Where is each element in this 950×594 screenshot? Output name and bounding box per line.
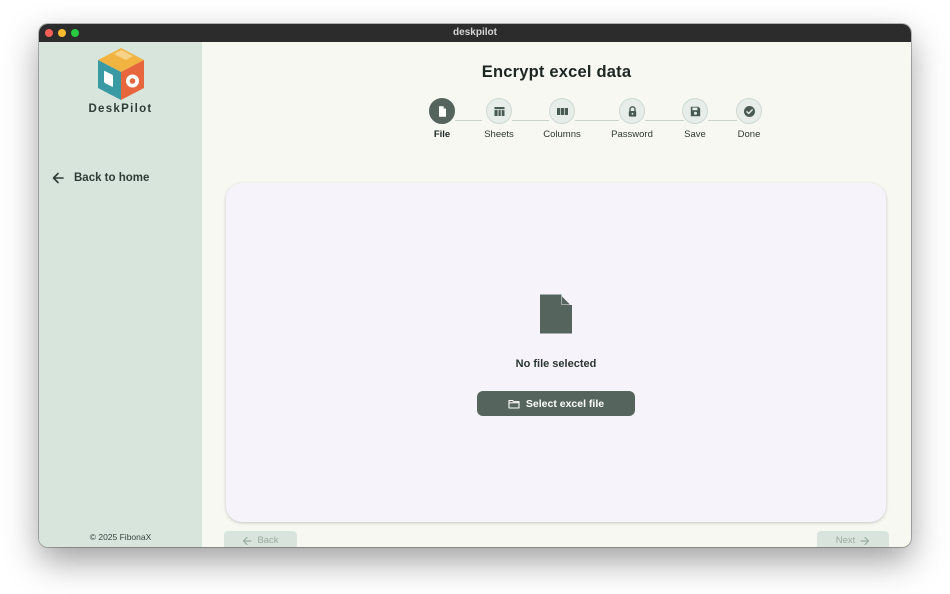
columns-icon [556, 107, 568, 115]
next-button-label: Next [835, 535, 856, 546]
back-button[interactable]: Back [224, 531, 297, 547]
table-icon [494, 106, 504, 116]
title-bar: deskpilot [39, 24, 911, 42]
back-button-label: Back [257, 535, 279, 546]
page-title: Encrypt excel data [481, 63, 632, 81]
step-connector [708, 120, 737, 121]
deskpilot-logo-icon [98, 48, 144, 100]
folder-icon [508, 399, 520, 409]
close-window-button[interactable] [45, 29, 53, 37]
step-connector [575, 120, 619, 121]
copyright-text: © 2025 FibonaX [89, 532, 152, 542]
step-label: Save [684, 129, 706, 140]
lock-icon [628, 105, 636, 117]
select-excel-file-label: Select excel file [525, 397, 605, 410]
window-title: deskpilot [453, 27, 497, 38]
back-to-home-label: Back to home [74, 172, 150, 184]
maximize-window-button[interactable] [71, 29, 79, 37]
empty-state-text: No file selected [515, 358, 597, 370]
file-icon [438, 105, 446, 117]
next-button[interactable]: Next [817, 531, 889, 547]
check-circle-icon [743, 105, 755, 117]
file-icon [540, 294, 572, 334]
arrow-left-icon [52, 172, 64, 184]
main-content: Encrypt excel data File Sheets Columns P… [202, 42, 911, 547]
step-label: Password [611, 129, 653, 140]
step-connector [645, 120, 684, 121]
sidebar: DeskPilot Back to home © 2025 FibonaX [39, 42, 202, 547]
select-excel-file-button[interactable]: Select excel file [477, 391, 635, 416]
save-icon [690, 106, 700, 116]
file-select-card: No file selected Select excel file [226, 183, 886, 522]
arrow-right-icon [860, 536, 870, 545]
back-to-home-link[interactable]: Back to home [51, 170, 149, 186]
brand-name: DeskPilot [88, 103, 153, 115]
app-window: deskpilot DeskPilot Back to home © 2025 … [39, 24, 911, 547]
step-label: File [433, 129, 451, 140]
step-label: Sheets [484, 129, 514, 140]
arrow-left-icon [243, 536, 253, 545]
step-connector [512, 120, 549, 121]
step-label: Done [737, 129, 761, 140]
step-connector [455, 120, 482, 121]
minimize-window-button[interactable] [58, 29, 66, 37]
step-label: Columns [543, 129, 581, 140]
